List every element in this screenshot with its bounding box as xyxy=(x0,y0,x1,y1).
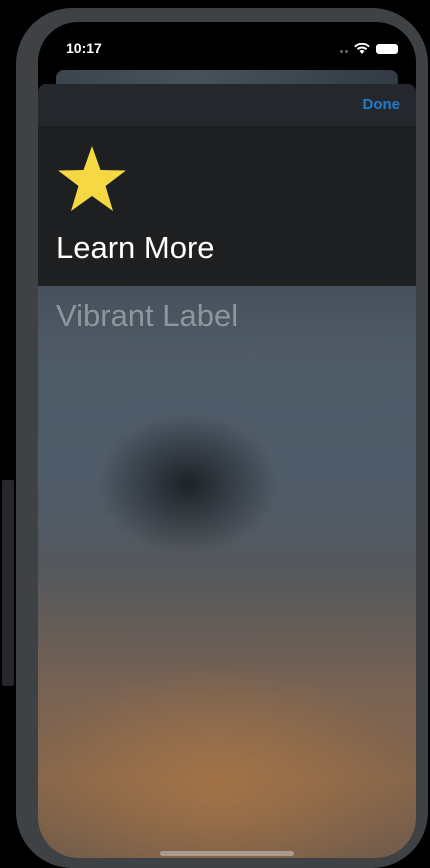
status-time: 10:17 xyxy=(66,40,102,56)
navigation-bar: Done xyxy=(38,84,416,126)
learn-more-title: Learn More xyxy=(56,230,215,265)
vibrant-label: Vibrant Label xyxy=(56,298,239,333)
phone-screen: 10:17 Done Learn More Vibrant Label xyxy=(38,22,416,858)
wifi-icon xyxy=(354,43,370,54)
header-panel: Learn More xyxy=(38,126,416,286)
star-icon xyxy=(58,146,126,211)
side-volume-button xyxy=(2,480,14,686)
modal-sheet: Done Learn More Vibrant Label xyxy=(38,84,416,858)
battery-icon xyxy=(376,44,398,54)
device-stage: 10:17 Done Learn More Vibrant Label xyxy=(0,0,430,868)
done-button[interactable]: Done xyxy=(363,96,401,113)
notch xyxy=(126,22,330,54)
cellular-signal-icon xyxy=(338,40,348,58)
home-indicator[interactable] xyxy=(160,851,294,856)
status-icons xyxy=(338,40,398,58)
